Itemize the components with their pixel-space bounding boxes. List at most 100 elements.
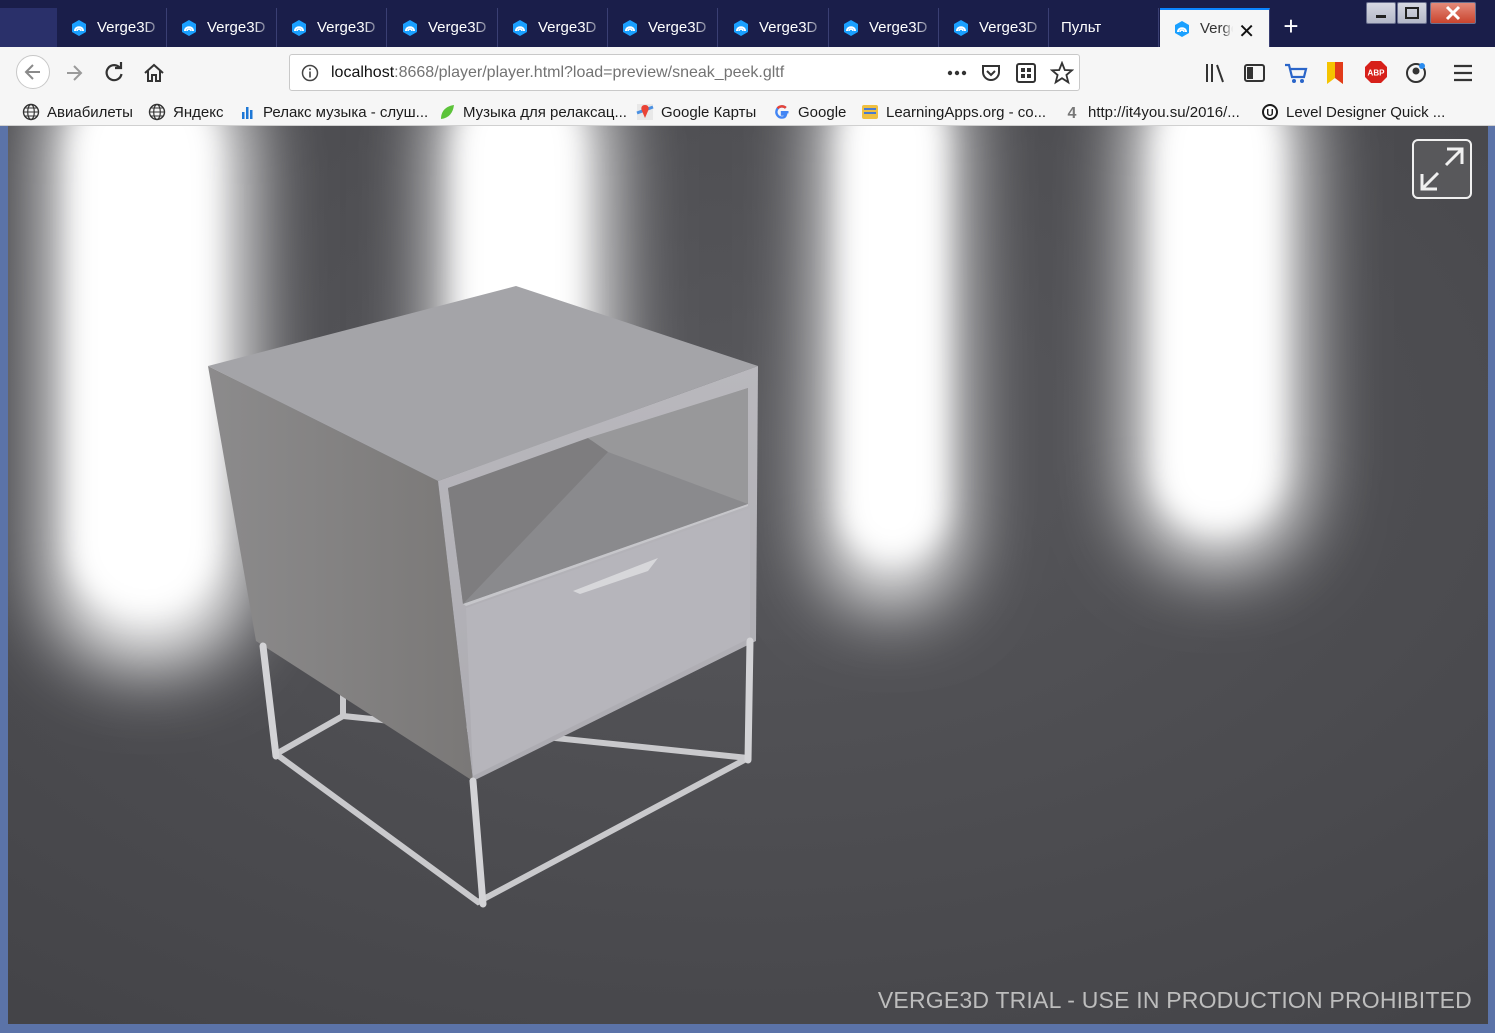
arrow-left-icon [24, 64, 40, 80]
tab-3[interactable]: Verge3D [277, 8, 387, 47]
site-info-icon[interactable] [301, 64, 319, 82]
shopping-cart-icon[interactable] [1283, 61, 1309, 85]
tab-6[interactable]: Verge3D [608, 8, 718, 47]
verge3d-favicon-icon [292, 19, 306, 36]
restore-button[interactable] [1397, 2, 1427, 24]
bookmarks-toolbar: Авиабилеты Яндекс Релакс музыка - слуш... М… [0, 98, 1495, 126]
verge3d-favicon-icon [1175, 20, 1189, 37]
bookmark-label: Яндекс [173, 103, 224, 121]
menu-hamburger-icon[interactable] [1452, 63, 1474, 83]
tab-label: Verge3D [759, 19, 818, 36]
learningapps-icon [862, 105, 878, 119]
bookmark-item[interactable]: Яндекс [148, 101, 223, 123]
tab-2[interactable]: Verge3D [167, 8, 277, 47]
pocket-icon[interactable] [980, 62, 1002, 84]
bookmark-label: Музыка для релаксац... [463, 103, 627, 121]
tab-5[interactable]: Verge3D [498, 8, 608, 47]
bookmark-label: Google [798, 103, 847, 121]
window-close-button[interactable] [1430, 2, 1476, 24]
bookmark-item[interactable]: U Level Designer Quick ... [1261, 101, 1445, 123]
adblock-plus-icon[interactable]: ABP [1364, 60, 1388, 84]
verge3d-viewport[interactable]: VERGE3D TRIAL - USE IN PRODUCTION PROHIB… [8, 126, 1488, 1024]
bookmark-item[interactable]: Музыка для релаксац... [438, 101, 627, 123]
tab-8[interactable]: Verge3D [829, 8, 939, 47]
verge3d-favicon-icon [72, 19, 86, 36]
scene-canvas[interactable] [8, 126, 1488, 1024]
close-tab-icon[interactable]: ✕ [1238, 19, 1255, 44]
tab-label: Verge3D [648, 19, 707, 36]
reader-grid-icon[interactable] [1015, 62, 1037, 84]
globe-icon [22, 103, 40, 121]
globe-icon [148, 103, 166, 121]
new-tab-button[interactable]: + [1278, 13, 1304, 40]
tab-1[interactable]: Verge3D [57, 8, 167, 47]
bookmark-label: LearningApps.org - co... [886, 103, 1047, 121]
verge3d-favicon-icon [623, 19, 637, 36]
fullscreen-expand-icon [1420, 147, 1464, 191]
verge3d-favicon-icon [734, 19, 748, 36]
account-icon[interactable] [1404, 61, 1428, 85]
reload-button[interactable] [98, 57, 130, 89]
equalizer-icon [242, 107, 253, 119]
google-g-icon [775, 105, 789, 119]
forward-button[interactable] [58, 57, 90, 89]
maps-pin-icon [636, 104, 654, 120]
page-actions-icon[interactable] [946, 65, 968, 81]
tab-label: Verge3D [207, 19, 266, 36]
tab-9[interactable]: Verge3D [939, 8, 1049, 47]
browser-window: Verge3D Verge3D Verge3D Verge3D Verge3D Verge… [0, 0, 1495, 1033]
back-button[interactable] [16, 55, 50, 89]
restore-icon [1405, 7, 1419, 19]
url-host: localhost [331, 64, 395, 81]
tab-strip-edge [0, 8, 57, 47]
tab-strip: Verge3D Verge3D Verge3D Verge3D Verge3D Verge… [0, 0, 1495, 47]
tab-4[interactable]: Verge3D [388, 8, 498, 47]
unreal-icon: U [1262, 104, 1278, 120]
bookmark-item[interactable]: Релакс музыка - слуш... [238, 101, 428, 123]
tab-10[interactable]: Пульт [1049, 8, 1159, 47]
home-icon [144, 63, 164, 82]
tab-label: Verge3D [97, 19, 156, 36]
svg-text:4: 4 [1068, 105, 1077, 121]
tab-label: Verge3D [317, 19, 376, 36]
window-close-icon [1445, 5, 1461, 21]
minimize-icon [1376, 15, 1386, 18]
url-path: :8668/player/player.html?load=preview/sn… [394, 64, 785, 81]
tab-11[interactable]: Verge3D ✕ [1160, 8, 1270, 47]
reload-icon [105, 62, 123, 82]
svg-text:U: U [1266, 108, 1273, 119]
bookmark-item[interactable]: 4 http://it4you.su/2016/... [1063, 101, 1240, 123]
trial-watermark: VERGE3D TRIAL - USE IN PRODUCTION PROHIB… [877, 987, 1472, 1013]
extension-bookmark-icon[interactable] [1324, 60, 1346, 86]
leaf-icon [441, 105, 454, 119]
bookmark-label: Google Карты [661, 103, 757, 121]
bookmark-item[interactable]: Google [773, 101, 846, 123]
library-icon[interactable] [1204, 62, 1228, 84]
verge3d-favicon-icon [182, 19, 196, 36]
bookmark-label: Level Designer Quick ... [1286, 103, 1446, 121]
bookmark-item[interactable]: Авиабилеты [22, 101, 133, 123]
svg-text:ABP: ABP [1368, 69, 1386, 78]
verge3d-favicon-icon [513, 19, 527, 36]
verge3d-favicon-icon [403, 19, 417, 36]
fullscreen-button[interactable] [1412, 139, 1472, 199]
number-four-icon: 4 [1068, 105, 1077, 121]
tab-label: Verge3D [538, 19, 597, 36]
bookmark-label: http://it4you.su/2016/... [1088, 103, 1240, 121]
navigation-toolbar: localhost:8668/player/player.html?load=p… [0, 47, 1495, 98]
sidebar-icon[interactable] [1243, 62, 1267, 84]
tab-label: Verge3D [869, 19, 928, 36]
tab-label: Verge3D [979, 19, 1038, 36]
verge3d-favicon-icon [844, 19, 858, 36]
tab-label: Пульт [1061, 19, 1102, 36]
bookmark-item[interactable]: LearningApps.org - co... [861, 101, 1046, 123]
bookmark-item[interactable]: Google Карты [636, 101, 756, 123]
tab-label: Verge3D [428, 19, 487, 36]
url-bar[interactable]: localhost:8668/player/player.html?load=p… [289, 54, 1080, 91]
tab-7[interactable]: Verge3D [719, 8, 829, 47]
home-button[interactable] [138, 57, 170, 89]
verge3d-favicon-icon [954, 19, 968, 36]
bookmark-star-icon[interactable] [1050, 61, 1074, 85]
arrow-right-icon [67, 65, 83, 81]
minimize-button[interactable] [1366, 2, 1396, 24]
